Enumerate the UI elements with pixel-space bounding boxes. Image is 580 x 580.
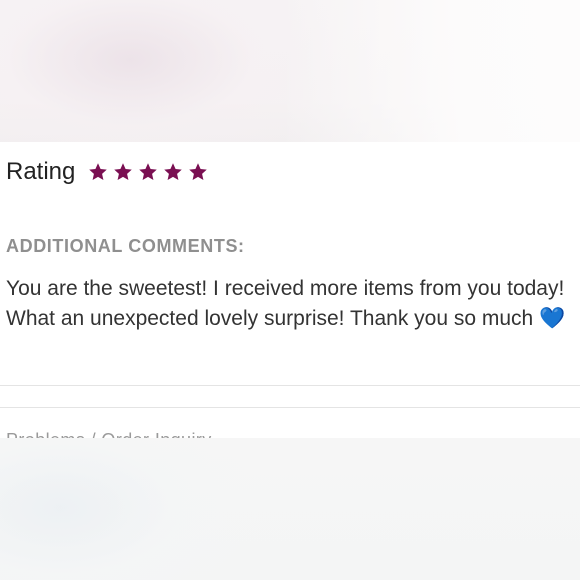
problems-order-inquiry-label: Problems / Order Inquiry (6, 429, 212, 438)
blurred-footer-backdrop (0, 438, 580, 580)
problems-order-inquiry-heading: Problems / Order Inquiry (6, 429, 212, 438)
rating-stars (88, 162, 213, 182)
additional-comments-heading: ADDITIONAL COMMENTS: (6, 236, 245, 256)
rating-row: Rating (6, 156, 213, 188)
blurred-header-backdrop (0, 0, 580, 142)
rating-label: Rating (6, 158, 76, 185)
review-card: Rating ADDITIONAL COMMENTS: You are the … (0, 142, 580, 438)
star-icon (138, 162, 158, 182)
section-divider (0, 385, 580, 386)
star-icon (113, 162, 133, 182)
star-icon (88, 162, 108, 182)
section-divider (0, 407, 580, 408)
review-comment-text: You are the sweetest! I received more it… (6, 277, 566, 330)
star-icon (188, 162, 208, 182)
star-icon (163, 162, 183, 182)
